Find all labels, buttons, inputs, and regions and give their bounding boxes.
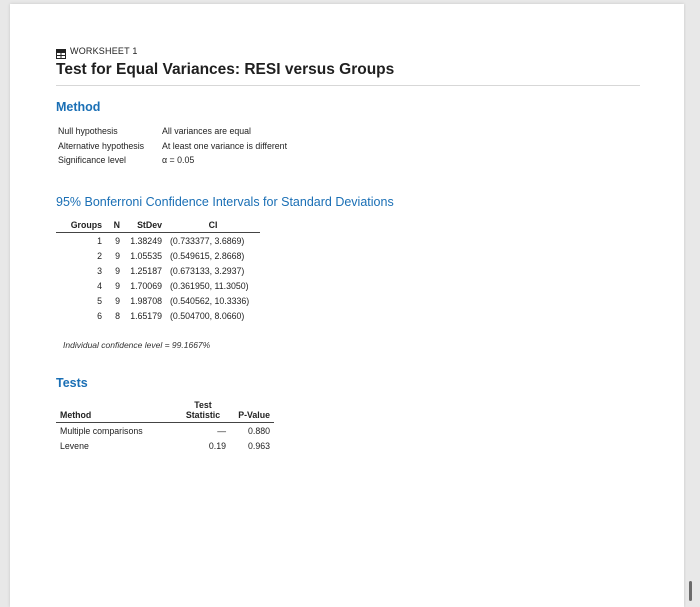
column-header: Groups	[56, 220, 106, 233]
table-cell: 5	[97, 295, 102, 306]
table-row: 6 8 1.65179 (0.504700, 8.0660)	[56, 308, 260, 323]
table-header-row: Method Test Statistic P-Value	[56, 400, 274, 423]
table-cell: 1.98708	[130, 295, 162, 306]
table-cell: 6	[97, 310, 102, 321]
table-cell: (0.549615, 2.8668)	[170, 250, 245, 261]
table-cell: 3	[97, 265, 102, 276]
table-cell: 0.880	[247, 425, 270, 436]
table-cell: 4	[97, 280, 102, 291]
table-cell: 1.05535	[130, 250, 162, 261]
tests-heading: Tests	[56, 376, 88, 390]
ci-table: Groups N StDev CI 1 9 1.38249 (0.733377,…	[56, 220, 260, 323]
table-cell: 9	[115, 265, 120, 276]
method-row: Significance level α = 0.05	[58, 155, 194, 165]
table-cell: Multiple comparisons	[60, 425, 143, 436]
table-cell: (0.504700, 8.0660)	[170, 310, 245, 321]
method-key: Alternative hypothesis	[58, 141, 145, 151]
column-header: P-Value	[230, 400, 274, 423]
column-header: Method	[56, 400, 176, 423]
table-row: Multiple comparisons — 0.880	[56, 423, 274, 439]
method-row: Null hypothesis All variances are equal	[58, 126, 251, 136]
table-cell: 9	[115, 295, 120, 306]
method-value: α = 0.05	[162, 155, 195, 165]
table-cell: (0.673133, 3.2937)	[170, 265, 245, 276]
tests-table: Method Test Statistic P-Value Multiple c…	[56, 400, 274, 453]
method-key: Null hypothesis	[58, 126, 118, 136]
table-cell: 1.25187	[130, 265, 162, 276]
table-cell: 1.70069	[130, 280, 162, 291]
table-cell: (0.540562, 10.3336)	[170, 295, 250, 306]
grid-icon	[56, 46, 66, 59]
table-cell: 1.38249	[130, 235, 162, 246]
confidence-level-note: Individual confidence level = 99.1667%	[63, 340, 211, 350]
column-header: CI	[166, 220, 260, 233]
table-cell: 9	[115, 250, 120, 261]
right-gutter	[686, 0, 700, 607]
method-value: All variances are equal	[162, 126, 251, 136]
table-cell: 0.19	[208, 440, 226, 451]
table-cell: 9	[115, 280, 120, 291]
column-header-line: Test	[194, 400, 212, 410]
table-cell: 1.65179	[130, 310, 162, 321]
table-cell: (0.361950, 11.3050)	[170, 280, 249, 291]
table-row: 2 9 1.05535 (0.549615, 2.8668)	[56, 248, 260, 263]
title-divider	[56, 85, 640, 86]
column-header: N	[106, 220, 124, 233]
table-row: 3 9 1.25187 (0.673133, 3.2937)	[56, 263, 260, 278]
worksheet-label: WORKSHEET 1	[70, 46, 138, 56]
page-title: Test for Equal Variances: RESI versus Gr…	[56, 61, 395, 78]
table-row: Levene 0.19 0.963	[56, 438, 274, 453]
method-row: Alternative hypothesis At least one varia…	[58, 141, 287, 151]
ci-heading: 95% Bonferroni Confidence Intervals for …	[56, 195, 394, 209]
table-row: 1 9 1.38249 (0.733377, 3.6869)	[56, 233, 260, 249]
table-cell: Levene	[60, 440, 89, 451]
scrollbar-thumb[interactable]	[689, 581, 692, 601]
method-heading: Method	[56, 100, 101, 114]
column-header: Test Statistic	[176, 400, 230, 423]
table-cell: —	[217, 425, 226, 436]
table-header-row: Groups N StDev CI	[56, 220, 260, 233]
column-header: StDev	[124, 220, 166, 233]
method-key: Significance level	[58, 155, 126, 165]
table-cell: 8	[115, 310, 120, 321]
column-header-line: Statistic	[185, 410, 221, 420]
worksheet-header: WORKSHEET 1	[56, 46, 138, 59]
table-cell: 0.963	[247, 440, 270, 451]
table-row: 5 9 1.98708 (0.540562, 10.3336)	[56, 293, 260, 308]
method-value: At least one variance is different	[162, 141, 288, 151]
table-cell: 1	[97, 235, 102, 246]
table-row: 4 9 1.70069 (0.361950, 11.3050)	[56, 278, 260, 293]
table-cell: 2	[97, 250, 102, 261]
table-cell: 9	[115, 235, 120, 246]
table-cell: (0.733377, 3.6869)	[170, 235, 245, 246]
